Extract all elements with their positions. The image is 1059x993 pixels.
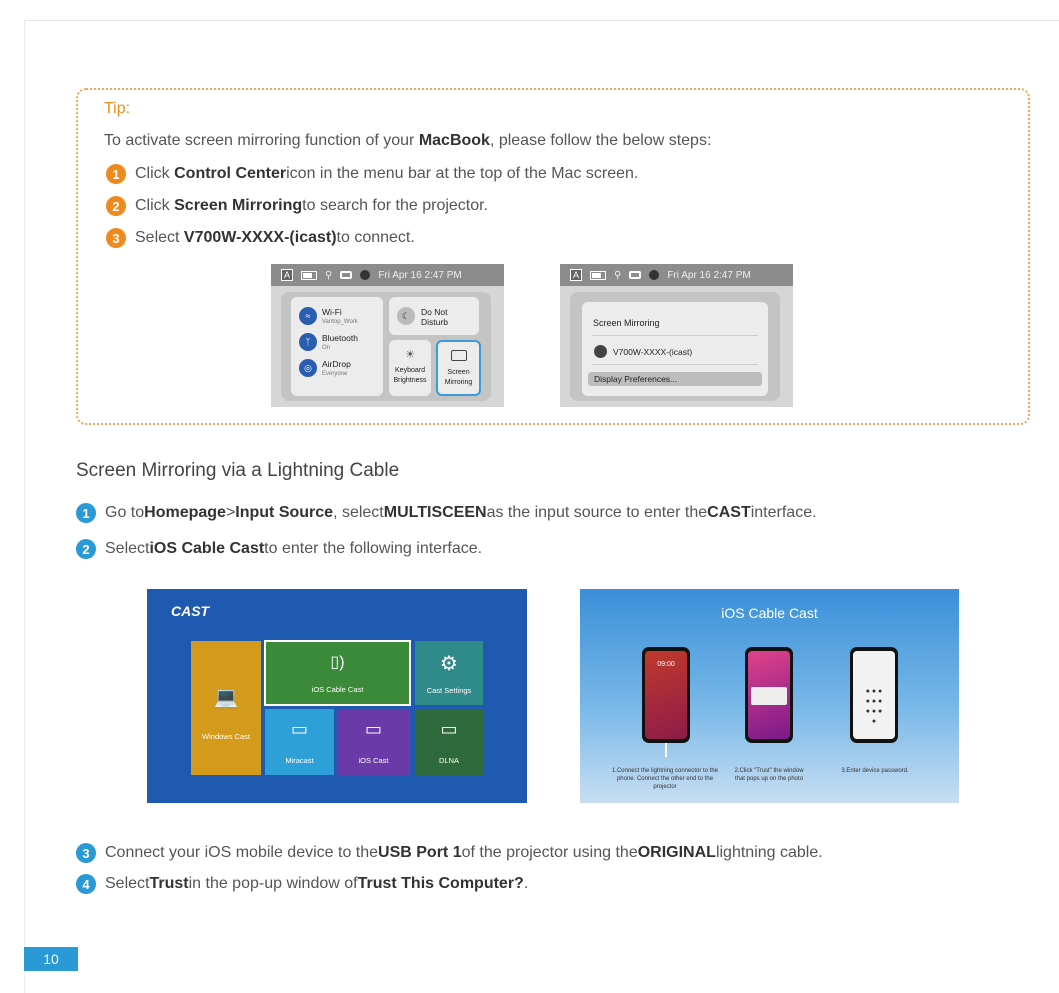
device-icon: [594, 345, 607, 358]
control-center-icon: [629, 271, 642, 279]
body-step-3: 3 Connect your iOS mobile device to the …: [76, 843, 823, 863]
keyboard-brightness-card: ☀ Keyboard Brightness: [389, 340, 431, 396]
ios-cable-cast-screenshot: iOS Cable Cast 09:00 ● ● ● ● ● ● ● ● ● ● 1.…: [580, 589, 959, 803]
tip-step-2: 2 Click Screen Mirroring to search for t…: [106, 196, 488, 216]
wifi-icon: ≈: [299, 307, 317, 325]
tv-icon: ▭: [440, 719, 458, 739]
step-number-badge: 4: [76, 874, 96, 894]
section-title: Screen Mirroring via a Lightning Cable: [76, 460, 400, 481]
search-icon: ⚲: [325, 269, 333, 281]
search-icon: ⚲: [614, 269, 622, 281]
divider: [592, 364, 758, 365]
control-center-icon: [340, 271, 353, 279]
phone-illustration-2: [745, 647, 793, 743]
airplay-icon: ▭: [364, 719, 382, 739]
airdrop-label: AirDrop Everyone: [322, 359, 351, 377]
tip-box: Tip: To activate screen mirroring functi…: [76, 88, 1030, 425]
phone-cast-icon: ▯): [330, 654, 345, 671]
battery-icon: [301, 270, 317, 280]
divider: [592, 335, 758, 336]
mac-control-center-screenshot: A ⚲ Fri Apr 16 2:47 PM ≈ Wi-Fi Vantop_Wor…: [271, 264, 504, 407]
dnd-label: Do Not Disturb: [421, 307, 448, 327]
caption-step-1: 1.Connect the lightning connector to the…: [611, 768, 719, 790]
mac-screen-mirroring-screenshot: A ⚲ Fri Apr 16 2:47 PM Screen Mirroring …: [560, 264, 793, 407]
tile-miracast[interactable]: ▭ Miracast: [265, 709, 334, 775]
page-number: 10: [24, 947, 78, 971]
tip-title: Tip:: [104, 100, 131, 117]
tip-step-1: 1 Click Control Center icon in the menu …: [106, 164, 638, 184]
step-number-badge: 2: [106, 196, 126, 216]
cast-logo: CAST: [171, 603, 210, 619]
trust-dialog: [751, 687, 787, 705]
mirroring-panel: Screen Mirroring V700W-XXXX-(icast) Disp…: [570, 292, 780, 401]
phone-illustration-1: 09:00: [642, 647, 690, 743]
airdrop-icon: ◎: [299, 359, 317, 377]
tip-step-3: 3 Select V700W-XXXX-(icast) to connect.: [106, 228, 415, 248]
step-number-badge: 2: [76, 539, 96, 559]
body-step-1: 1 Go to Homepage > Input Source, select …: [76, 503, 817, 523]
mirroring-list-card: Screen Mirroring V700W-XXXX-(icast) Disp…: [582, 302, 768, 396]
display-preferences-item[interactable]: Display Preferences...: [588, 372, 762, 386]
siri-icon: [649, 270, 660, 280]
step-number-badge: 1: [76, 503, 96, 523]
mirroring-heading: Screen Mirroring: [593, 318, 660, 328]
body-step-2: 2 Select iOS Cable Cast to enter the fol…: [76, 539, 482, 559]
mac-menubar: A ⚲ Fri Apr 16 2:47 PM: [560, 264, 793, 286]
passcode-keypad: ● ● ● ● ● ● ● ● ● ●: [865, 688, 883, 725]
siri-icon: [360, 270, 371, 280]
step-number-badge: 3: [106, 228, 126, 248]
lightning-cable: [665, 743, 667, 757]
gear-icon: ⚙: [440, 653, 458, 675]
device-name[interactable]: V700W-XXXX-(icast): [613, 347, 692, 357]
mac-menubar: A ⚲ Fri Apr 16 2:47 PM: [271, 264, 504, 286]
top-rule: [24, 20, 1059, 21]
body-step-4: 4 Select Trust in the pop-up window of T…: [76, 874, 528, 894]
step-number-badge: 3: [76, 843, 96, 863]
tile-ios-cable-cast[interactable]: ▯) iOS Cable Cast: [264, 640, 411, 706]
control-center-panel: ≈ Wi-Fi Vantop_Work ᛉ Bluetooth On ◎ AirDr…: [281, 292, 491, 401]
wifi-label: Wi-Fi Vantop_Work: [322, 307, 358, 325]
menubar-time: Fri Apr 16 2:47 PM: [667, 269, 751, 281]
mirroring-icon: [451, 350, 467, 361]
screen-mirroring-card: Screen Mirroring: [436, 340, 481, 396]
phone-illustration-3: ● ● ● ● ● ● ● ● ● ●: [850, 647, 898, 743]
tile-dlna[interactable]: ▭ DLNA: [415, 709, 483, 775]
moon-icon: ☾: [397, 307, 415, 325]
ios-cable-title: iOS Cable Cast: [721, 605, 818, 621]
tile-windows-cast[interactable]: 💻 Windows Cast: [191, 641, 261, 775]
connectivity-card: ≈ Wi-Fi Vantop_Work ᛉ Bluetooth On ◎ AirDr…: [291, 297, 383, 396]
keyboard-label: Keyboard Brightness: [393, 367, 427, 384]
screen-icon: ▭: [290, 719, 308, 739]
menubar-time: Fri Apr 16 2:47 PM: [378, 269, 462, 281]
input-source-icon: A: [570, 269, 582, 281]
bluetooth-icon: ᛉ: [299, 333, 317, 351]
cast-interface-screenshot: CAST 💻 Windows Cast ▯) iOS Cable Cast ⚙ …: [147, 589, 527, 803]
tile-ios-cast[interactable]: ▭ iOS Cast: [337, 709, 410, 775]
mirroring-label: Screen Mirroring: [444, 369, 473, 386]
input-source-icon: A: [281, 269, 293, 281]
tile-cast-settings[interactable]: ⚙ Cast Settings: [415, 641, 483, 705]
battery-icon: [590, 270, 606, 280]
laptop-icon: 💻: [213, 687, 239, 709]
step-number-badge: 1: [106, 164, 126, 184]
caption-step-2: 2.Click "Trust" the window that pops up …: [734, 768, 804, 782]
caption-step-3: 3.Enter device password.: [841, 768, 909, 774]
bluetooth-label: Bluetooth On: [322, 333, 358, 351]
do-not-disturb-card: ☾ Do Not Disturb: [389, 297, 479, 335]
tip-intro: To activate screen mirroring function of…: [104, 132, 712, 149]
left-rule: [24, 20, 25, 993]
brightness-icon: ☀: [405, 349, 415, 361]
